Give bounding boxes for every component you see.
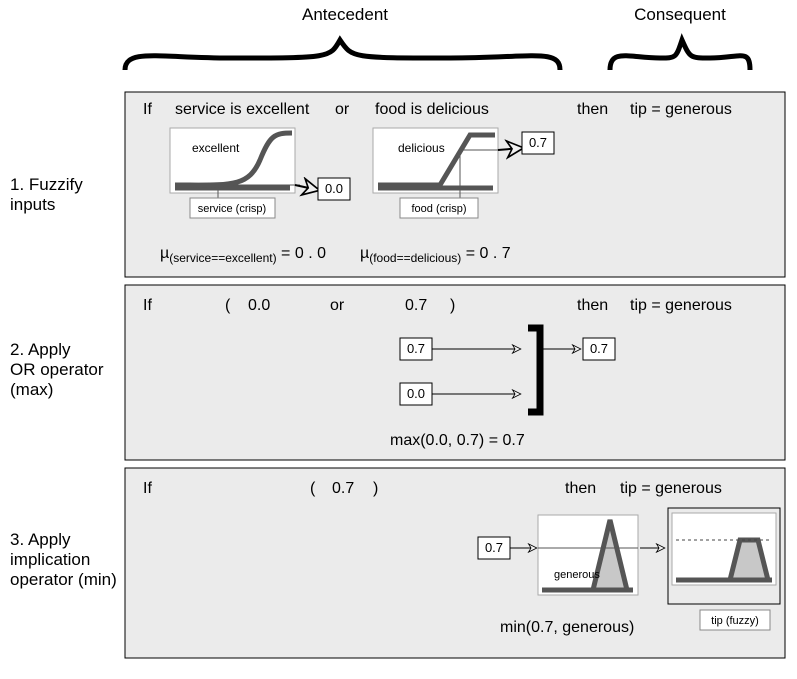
step1-result: tip = generous (630, 101, 732, 118)
step3-label3: operator (min) (10, 570, 117, 589)
step2-b: 0.7 (405, 297, 427, 314)
step1-cond1: service is excellent (175, 101, 310, 118)
tip-fuzzy-label: tip (fuzzy) (711, 615, 759, 627)
step2-lp: ( (225, 297, 231, 314)
step2-rp: ) (450, 297, 455, 314)
step2-res: tip = generous (630, 297, 732, 314)
step3-label2: implication (10, 550, 90, 569)
step3-rp: ) (373, 480, 378, 497)
step3-eq: min(0.7, generous) (500, 619, 634, 636)
generous-mf: generous (538, 515, 638, 595)
mu2-eq: = 0 . 7 (461, 245, 510, 262)
generous-label: generous (554, 569, 600, 581)
antecedent-label: Antecedent (302, 5, 388, 24)
step3-label1: 3. Apply (10, 530, 71, 549)
step2-out: 0.7 (590, 341, 608, 356)
mu1: µ (160, 245, 169, 262)
step1-if: If (143, 101, 152, 118)
step3-res: tip = generous (620, 480, 722, 497)
step3-in: 0.7 (485, 540, 503, 555)
service-crisp-label: service (crisp) (198, 203, 266, 215)
excellent-label: excellent (192, 141, 240, 155)
fuzzy-inference-diagram: Antecedent Consequent 1. Fuzzify inputs … (0, 0, 797, 679)
step1-then: then (577, 101, 608, 118)
step3-a: 0.7 (332, 480, 354, 497)
step2-label1: 2. Apply (10, 340, 71, 359)
step3-lp: ( (310, 480, 316, 497)
step3-then: then (565, 480, 596, 497)
step1-label1: 1. Fuzzify (10, 175, 83, 194)
step2-eq: max(0.0, 0.7) = 0.7 (390, 432, 525, 449)
mu2: µ (360, 245, 369, 262)
brace-antecedent (125, 40, 560, 70)
delicious-out: 0.7 (529, 135, 547, 150)
step2-label3: (max) (10, 380, 53, 399)
step2-a: 0.0 (248, 297, 270, 314)
mu1-eq: = 0 . 0 (277, 245, 326, 262)
step2-in-bot: 0.0 (407, 386, 425, 401)
brace-consequent (610, 40, 750, 70)
consequent-label: Consequent (634, 5, 726, 24)
excellent-out: 0.0 (325, 181, 343, 196)
step3-if: If (143, 480, 152, 497)
step1-cond2: food is delicious (375, 101, 489, 118)
step2-or: or (330, 297, 345, 314)
step2-label2: OR operator (10, 360, 104, 379)
step2-in-top: 0.7 (407, 341, 425, 356)
mu2-sub: (food==delicious) (369, 251, 461, 265)
step1-label2: inputs (10, 195, 55, 214)
step2-if: If (143, 297, 152, 314)
mu1-sub: (service==excellent) (169, 251, 276, 265)
food-crisp-label: food (crisp) (411, 203, 466, 215)
delicious-label: delicious (398, 141, 445, 155)
step1-or: or (335, 101, 350, 118)
step2-then: then (577, 297, 608, 314)
